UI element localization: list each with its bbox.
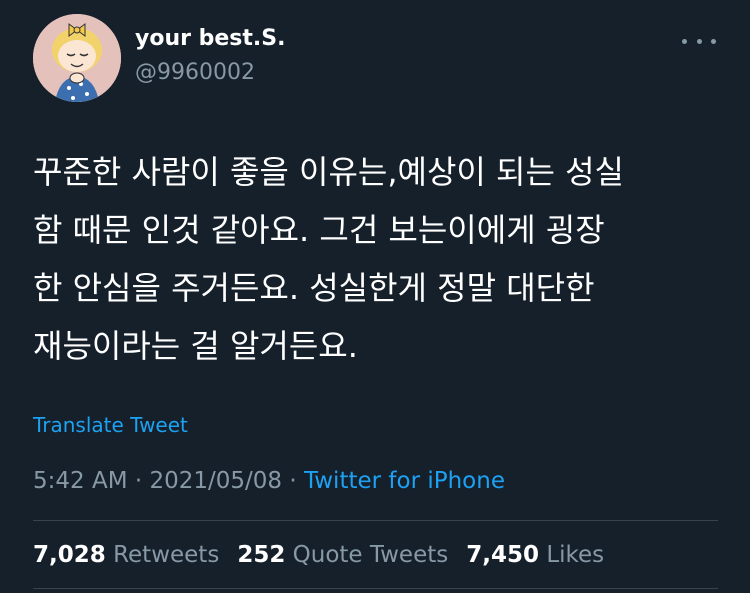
quote-tweets-count: 252 [237, 542, 286, 568]
quote-tweets-stat[interactable]: 252 Quote Tweets [237, 542, 448, 568]
more-options-button[interactable] [682, 34, 716, 48]
tweet-stats: 7,028 Retweets 252 Quote Tweets 7,450 Like… [33, 542, 604, 568]
likes-stat[interactable]: 7,450 Likes [466, 542, 604, 568]
more-horizontal-icon-dot [696, 38, 702, 44]
meta-separator: · [282, 468, 304, 494]
tweet-text-line: 재능이라는 걸 알거든요. [33, 327, 358, 365]
user-handle[interactable]: @9960002 [135, 60, 255, 85]
retweets-count: 7,028 [33, 542, 106, 568]
likes-count: 7,450 [466, 542, 539, 568]
tweet-text-line: 한 안심을 주거든요. 성실한게 정말 대단한 [33, 269, 595, 307]
tweet-meta: 5:42 AM · 2021/05/08 · Twitter for iPhon… [33, 468, 505, 494]
divider [33, 588, 718, 589]
tweet-date[interactable]: 2021/05/08 [149, 468, 282, 494]
meta-separator: · [127, 468, 150, 494]
more-horizontal-icon-dot [711, 38, 716, 44]
quote-tweets-label: Quote Tweets [292, 542, 449, 568]
cartoon-girl-avatar-icon [33, 14, 121, 102]
likes-label: Likes [546, 542, 605, 568]
divider [33, 520, 718, 521]
tweet-text-line: 함 때문 인것 같아요. 그건 보는이에게 굉장 [33, 211, 605, 249]
user-avatar[interactable] [33, 14, 121, 102]
display-name[interactable]: your best.S. [135, 26, 285, 51]
tweet-source-link[interactable]: Twitter for iPhone [304, 468, 505, 494]
tweet-time[interactable]: 5:42 AM [33, 468, 128, 494]
tweet-text: 꾸준한 사람이 좋을 이유는,예상이 되는 성실 함 때문 인것 같아요. 그건… [33, 143, 723, 375]
retweets-label: Retweets [113, 542, 220, 568]
translate-tweet-link[interactable]: Translate Tweet [33, 413, 188, 437]
retweets-stat[interactable]: 7,028 Retweets [33, 542, 219, 568]
more-horizontal-icon [682, 38, 687, 44]
tweet-text-line: 꾸준한 사람이 좋을 이유는,예상이 되는 성실 [33, 153, 624, 191]
